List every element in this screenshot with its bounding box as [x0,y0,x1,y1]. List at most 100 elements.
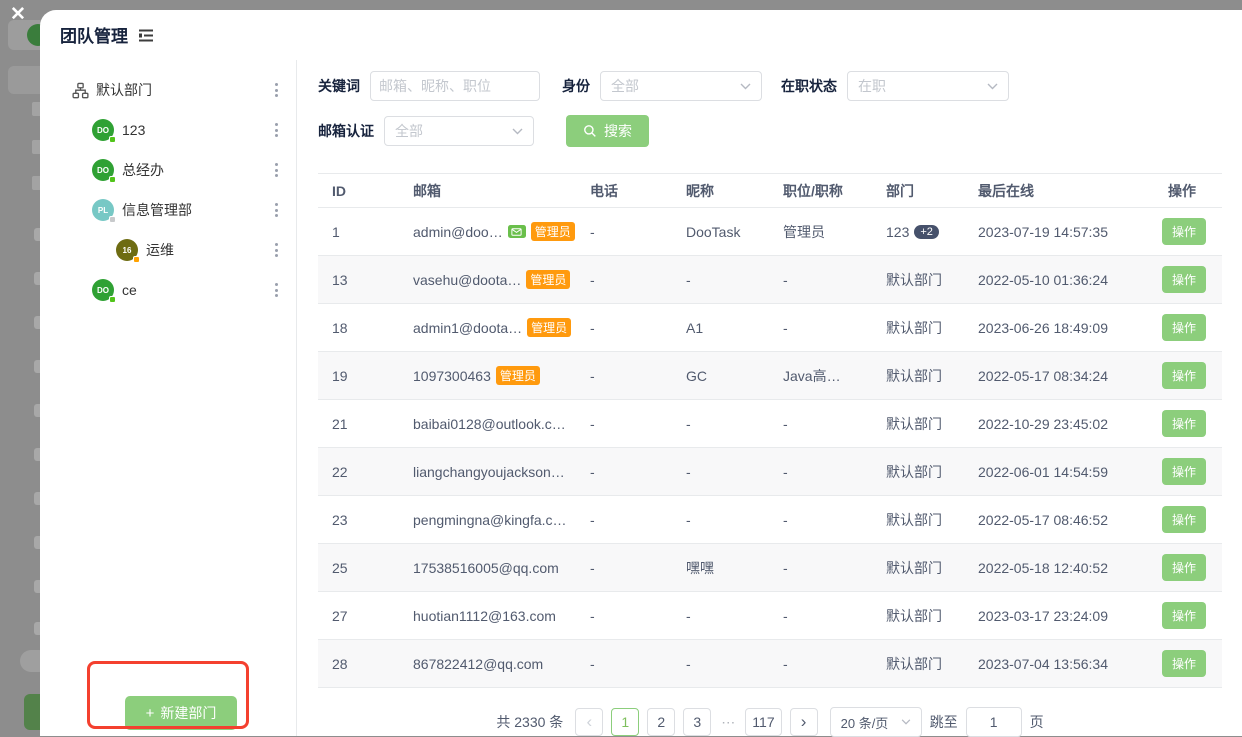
more-icon[interactable] [273,118,280,143]
member-title: - [783,416,886,432]
member-department: 默认部门 [886,606,978,626]
jump-page-input[interactable] [966,707,1022,737]
department-sidebar: 默认部门 DO123DO总经办PL信息管理部16运维DOce [40,60,297,736]
page-button[interactable]: 1 [611,708,639,736]
member-department: 默认部门 [886,414,978,434]
department-name: 默认部门 [886,606,942,626]
page-button[interactable]: 2 [647,708,675,736]
department-item[interactable]: PL信息管理部 [40,190,296,230]
member-title: - [783,272,886,288]
action-button[interactable]: 操作 [1162,314,1206,341]
prev-page-button[interactable]: ‹ [575,708,603,736]
table-row: 27huotian1112@163.com---默认部门2023-03-17 2… [318,592,1222,640]
action-button[interactable]: 操作 [1162,602,1206,629]
department-label: 123 [122,122,273,138]
action-button[interactable]: 操作 [1162,410,1206,437]
department-label: 信息管理部 [122,200,273,220]
pagination-ellipsis: ⋯ [719,714,737,731]
member-email: liangchangyoujackson… [413,464,565,480]
member-title: - [783,560,886,576]
more-icon[interactable] [273,198,280,223]
email-verified-icon [508,225,526,238]
member-phone: - [590,368,686,384]
action-button[interactable]: 操作 [1162,506,1206,533]
department-item[interactable]: DO总经办 [40,150,296,190]
member-id: 21 [318,416,413,432]
department-name: 123 [886,224,909,240]
next-page-button[interactable]: › [790,708,818,736]
member-action-cell: 操作 [1150,650,1222,677]
member-id: 27 [318,608,413,624]
member-email-cell: admin1@doota…管理员 [413,318,590,337]
member-department: 默认部门 [886,510,978,530]
keyword-input[interactable] [370,71,540,101]
column-header: 昵称 [686,181,783,201]
new-department-label: 新建部门 [160,703,216,723]
admin-badge: 管理员 [527,318,571,337]
member-nickname: - [686,656,783,672]
department-name: 默认部门 [886,462,942,482]
column-header: 部门 [886,181,978,201]
member-email-cell: baibai0128@outlook.c… [413,416,590,432]
identity-select[interactable]: 全部 [600,71,762,101]
action-button[interactable]: 操作 [1162,266,1206,293]
search-button[interactable]: 搜索 [566,115,649,147]
member-phone: - [590,512,686,528]
member-email: 1097300463 [413,368,491,384]
action-button[interactable]: 操作 [1162,218,1206,245]
member-last-online: 2022-05-10 01:36:24 [978,272,1150,288]
more-icon[interactable] [273,278,280,303]
more-icon[interactable] [273,78,280,103]
department-label: 运维 [146,240,273,260]
department-item[interactable]: DOce [40,270,296,310]
department-item[interactable]: DO123 [40,110,296,150]
page-size-value: 20 条/页 [841,713,889,732]
member-email-cell: 17538516005@qq.com [413,560,590,576]
member-id: 22 [318,464,413,480]
member-phone: - [590,464,686,480]
member-phone: - [590,560,686,576]
department-root-label: 默认部门 [96,80,273,100]
email-verify-select[interactable]: 全部 [384,116,534,146]
column-header: 最后在线 [978,181,1150,201]
employment-select[interactable]: 在职 [847,71,1009,101]
table-row: 18admin1@doota…管理员-A1-默认部门2023-06-26 18:… [318,304,1222,352]
department-name: 默认部门 [886,366,942,386]
member-action-cell: 操作 [1150,506,1222,533]
close-icon[interactable]: ✕ [10,3,26,26]
table-row: 191097300463管理员-GCJava高…默认部门2022-05-17 0… [318,352,1222,400]
member-email: 17538516005@qq.com [413,560,559,576]
department-item[interactable]: 16运维 [40,230,296,270]
member-last-online: 2022-10-29 23:45:02 [978,416,1150,432]
member-email: admin@doo… [413,224,503,240]
search-button-label: 搜索 [604,121,632,141]
jump-label: 跳至 [930,712,958,732]
more-icon[interactable] [273,158,280,183]
member-phone: - [590,656,686,672]
column-header: ID [318,183,413,199]
member-id: 25 [318,560,413,576]
member-nickname: DooTask [686,224,783,240]
filter-row-2: 邮箱认证 全部 搜索 [318,115,1222,147]
new-department-button[interactable]: + 新建部门 [125,696,237,730]
list-view-icon[interactable] [137,26,155,44]
action-button[interactable]: 操作 [1162,650,1206,677]
action-button[interactable]: 操作 [1162,458,1206,485]
member-email-cell: pengmingna@kingfa.c… [413,512,590,528]
department-name: 默认部门 [886,510,942,530]
action-button[interactable]: 操作 [1162,554,1206,581]
department-root-item[interactable]: 默认部门 [40,70,296,110]
member-department: 默认部门 [886,366,978,386]
table-row: 1admin@doo…管理员-DooTask管理员123+22023-07-19… [318,208,1222,256]
chevron-down-icon [987,83,998,90]
page-button[interactable]: 117 [745,708,781,736]
member-last-online: 2022-05-18 12:40:52 [978,560,1150,576]
more-icon[interactable] [273,238,280,263]
member-last-online: 2023-07-04 13:56:34 [978,656,1150,672]
member-nickname: - [686,272,783,288]
member-id: 19 [318,368,413,384]
member-nickname: - [686,512,783,528]
action-button[interactable]: 操作 [1162,362,1206,389]
page-button[interactable]: 3 [683,708,711,736]
page-size-select[interactable]: 20 条/页 [830,707,922,737]
